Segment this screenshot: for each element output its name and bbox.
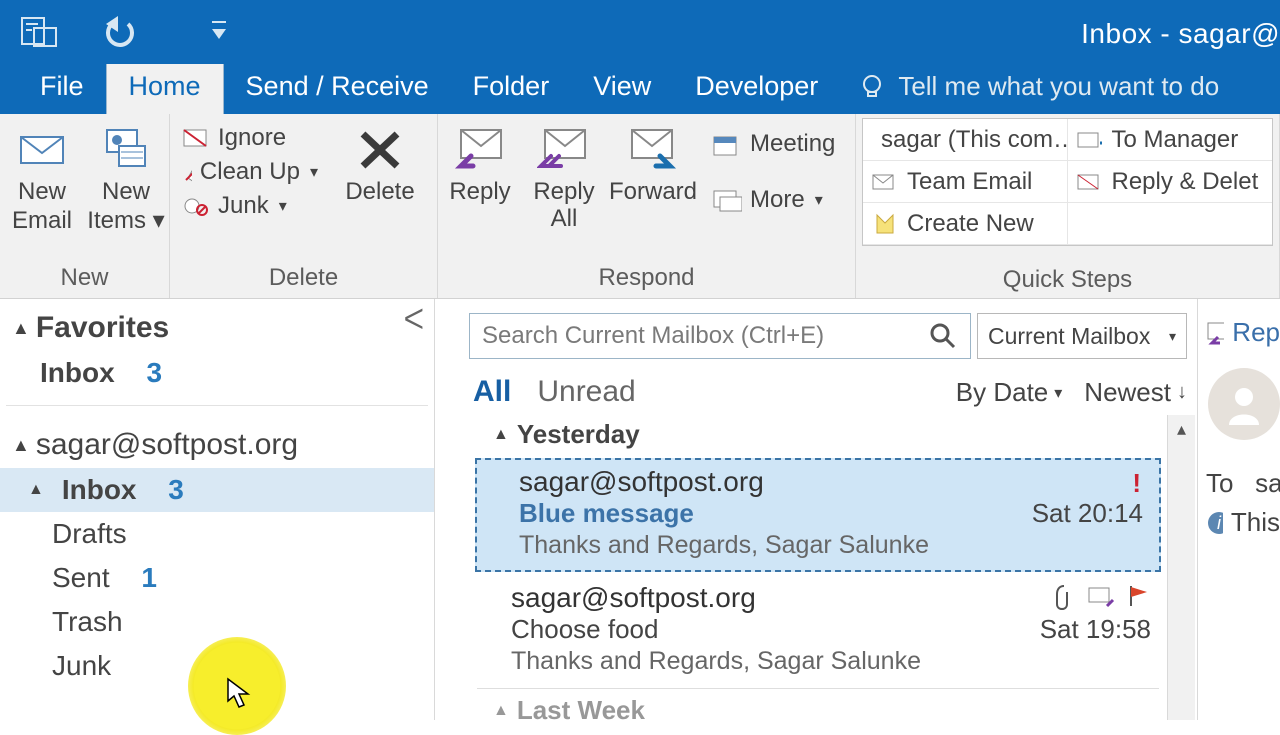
search-scope-dropdown[interactable]: Current Mailbox▾: [977, 313, 1187, 359]
ribbon-group-respond: Reply ReplyAll Forward Meeting More▾: [438, 114, 856, 298]
undo-button[interactable]: [98, 14, 142, 50]
info-icon: i: [1206, 510, 1223, 536]
message-list-scrollbar[interactable]: ▴: [1167, 415, 1195, 720]
collapse-nav-icon[interactable]: ᐸ: [404, 303, 424, 336]
tell-me-label: Tell me what you want to do: [898, 71, 1219, 102]
sort-newest[interactable]: Newest↓: [1084, 377, 1187, 408]
junk-button[interactable]: Junk▾: [178, 190, 322, 222]
importance-icon: !: [1132, 468, 1141, 499]
group-lastweek[interactable]: ▲Last Week: [469, 691, 1167, 720]
quickstep-team-email[interactable]: Team Email: [863, 161, 1068, 203]
fav-inbox[interactable]: Inbox 3: [0, 351, 434, 395]
reading-reply-button[interactable]: Rep: [1206, 317, 1280, 348]
message-item-1[interactable]: ! sagar@softpost.org Blue message Sat 20:…: [475, 458, 1161, 572]
filter-all[interactable]: All: [473, 375, 511, 409]
group-yesterday[interactable]: ▲Yesterday: [469, 415, 1167, 454]
meeting-button[interactable]: Meeting: [708, 128, 842, 160]
ribbon-group-quicksteps-label: Quick Steps: [862, 260, 1273, 298]
search-placeholder: Search Current Mailbox (Ctrl+E): [482, 322, 824, 350]
window-title: Inbox - sagar@: [1081, 18, 1280, 50]
ribbon-group-delete: Ignore Clean Up▾ Junk▾ Delete Delete: [170, 114, 438, 298]
navigation-pane: ᐸ ▲Favorites Inbox 3 ▲sagar@softpost.org…: [0, 299, 435, 720]
app-icon: [20, 14, 62, 50]
scroll-up-icon[interactable]: ▴: [1168, 415, 1195, 443]
title-bar: Inbox - sagar@: [0, 0, 1280, 64]
new-items-button[interactable]: NewItems ▾: [84, 120, 168, 240]
account-header[interactable]: ▲sagar@softpost.org: [0, 422, 434, 468]
ribbon-group-respond-label: Respond: [438, 260, 855, 298]
message-time: Sat 20:14: [1032, 498, 1143, 529]
replied-icon: [1087, 584, 1115, 608]
delete-button[interactable]: Delete: [330, 120, 430, 211]
reply-button[interactable]: Reply: [438, 120, 522, 211]
message-preview: Thanks and Regards, Sagar Salunke: [511, 647, 1151, 676]
message-preview: Thanks and Regards, Sagar Salunke: [519, 531, 1143, 560]
reading-to-value: sag: [1255, 468, 1280, 498]
folder-inbox[interactable]: ▲Inbox 3: [0, 468, 434, 512]
tab-send-receive[interactable]: Send / Receive: [224, 63, 451, 114]
search-input[interactable]: Search Current Mailbox (Ctrl+E): [469, 313, 971, 359]
tab-file[interactable]: File: [18, 63, 106, 114]
tab-home[interactable]: Home: [106, 62, 224, 114]
forward-button[interactable]: Forward: [606, 120, 700, 211]
message-item-2[interactable]: sagar@softpost.org Choose foodSat 19:58 …: [469, 576, 1167, 686]
quickstep-create-new[interactable]: Create New: [863, 203, 1068, 245]
tab-developer[interactable]: Developer: [673, 63, 840, 114]
message-time: Sat 19:58: [1040, 614, 1151, 645]
cursor-annotation: [226, 677, 254, 711]
ribbon: NewEmail NewItems ▾ New Ignore Clean Up▾: [0, 114, 1280, 299]
attachment-icon: [1053, 584, 1075, 610]
quickstep-reply-delete[interactable]: Reply & Delet: [1068, 161, 1273, 203]
lightbulb-icon: [858, 73, 886, 101]
message-from: sagar@softpost.org: [519, 466, 1143, 498]
message-subject: Blue message: [519, 498, 694, 529]
folder-trash[interactable]: Trash: [0, 600, 434, 644]
message-subject: Choose food: [511, 614, 658, 645]
main-area: ᐸ ▲Favorites Inbox 3 ▲sagar@softpost.org…: [0, 299, 1280, 720]
search-icon[interactable]: [928, 321, 958, 351]
new-email-button[interactable]: NewEmail: [0, 120, 84, 240]
ribbon-group-new: NewEmail NewItems ▾ New: [0, 114, 170, 298]
ribbon-group-delete-label: Delete: [170, 260, 437, 298]
quickstep-sagar[interactable]: sagar (This com…: [863, 119, 1068, 161]
qat-customize-icon[interactable]: [210, 19, 228, 45]
ribbon-group-new-label: New: [0, 260, 169, 298]
tab-folder[interactable]: Folder: [451, 63, 572, 114]
reply-all-button[interactable]: ReplyAll: [522, 120, 606, 238]
sort-by-date[interactable]: By Date▾: [956, 377, 1063, 408]
cleanup-button[interactable]: Clean Up▾: [178, 156, 322, 188]
ignore-button[interactable]: Ignore: [178, 122, 322, 154]
tell-me[interactable]: Tell me what you want to do: [858, 71, 1219, 114]
quickstep-to-manager[interactable]: To Manager: [1068, 119, 1273, 161]
reading-to-label: To: [1206, 468, 1233, 498]
reading-pane: Rep To sag i This: [1198, 299, 1280, 720]
tab-view[interactable]: View: [571, 63, 673, 114]
avatar: [1208, 368, 1280, 440]
flag-icon: [1127, 584, 1149, 608]
message-list-pane: Search Current Mailbox (Ctrl+E) Current …: [435, 299, 1198, 720]
folder-sent[interactable]: Sent 1: [0, 556, 434, 600]
filter-unread[interactable]: Unread: [537, 375, 635, 409]
ribbon-tabs: File Home Send / Receive Folder View Dev…: [0, 64, 1280, 114]
folder-drafts[interactable]: Drafts: [0, 512, 434, 556]
reading-info: i This: [1206, 507, 1280, 538]
ribbon-group-quicksteps: sagar (This com… To Manager Team Email R…: [856, 114, 1280, 298]
more-respond-button[interactable]: More▾: [708, 184, 842, 216]
favorites-header[interactable]: ▲Favorites: [0, 305, 434, 351]
